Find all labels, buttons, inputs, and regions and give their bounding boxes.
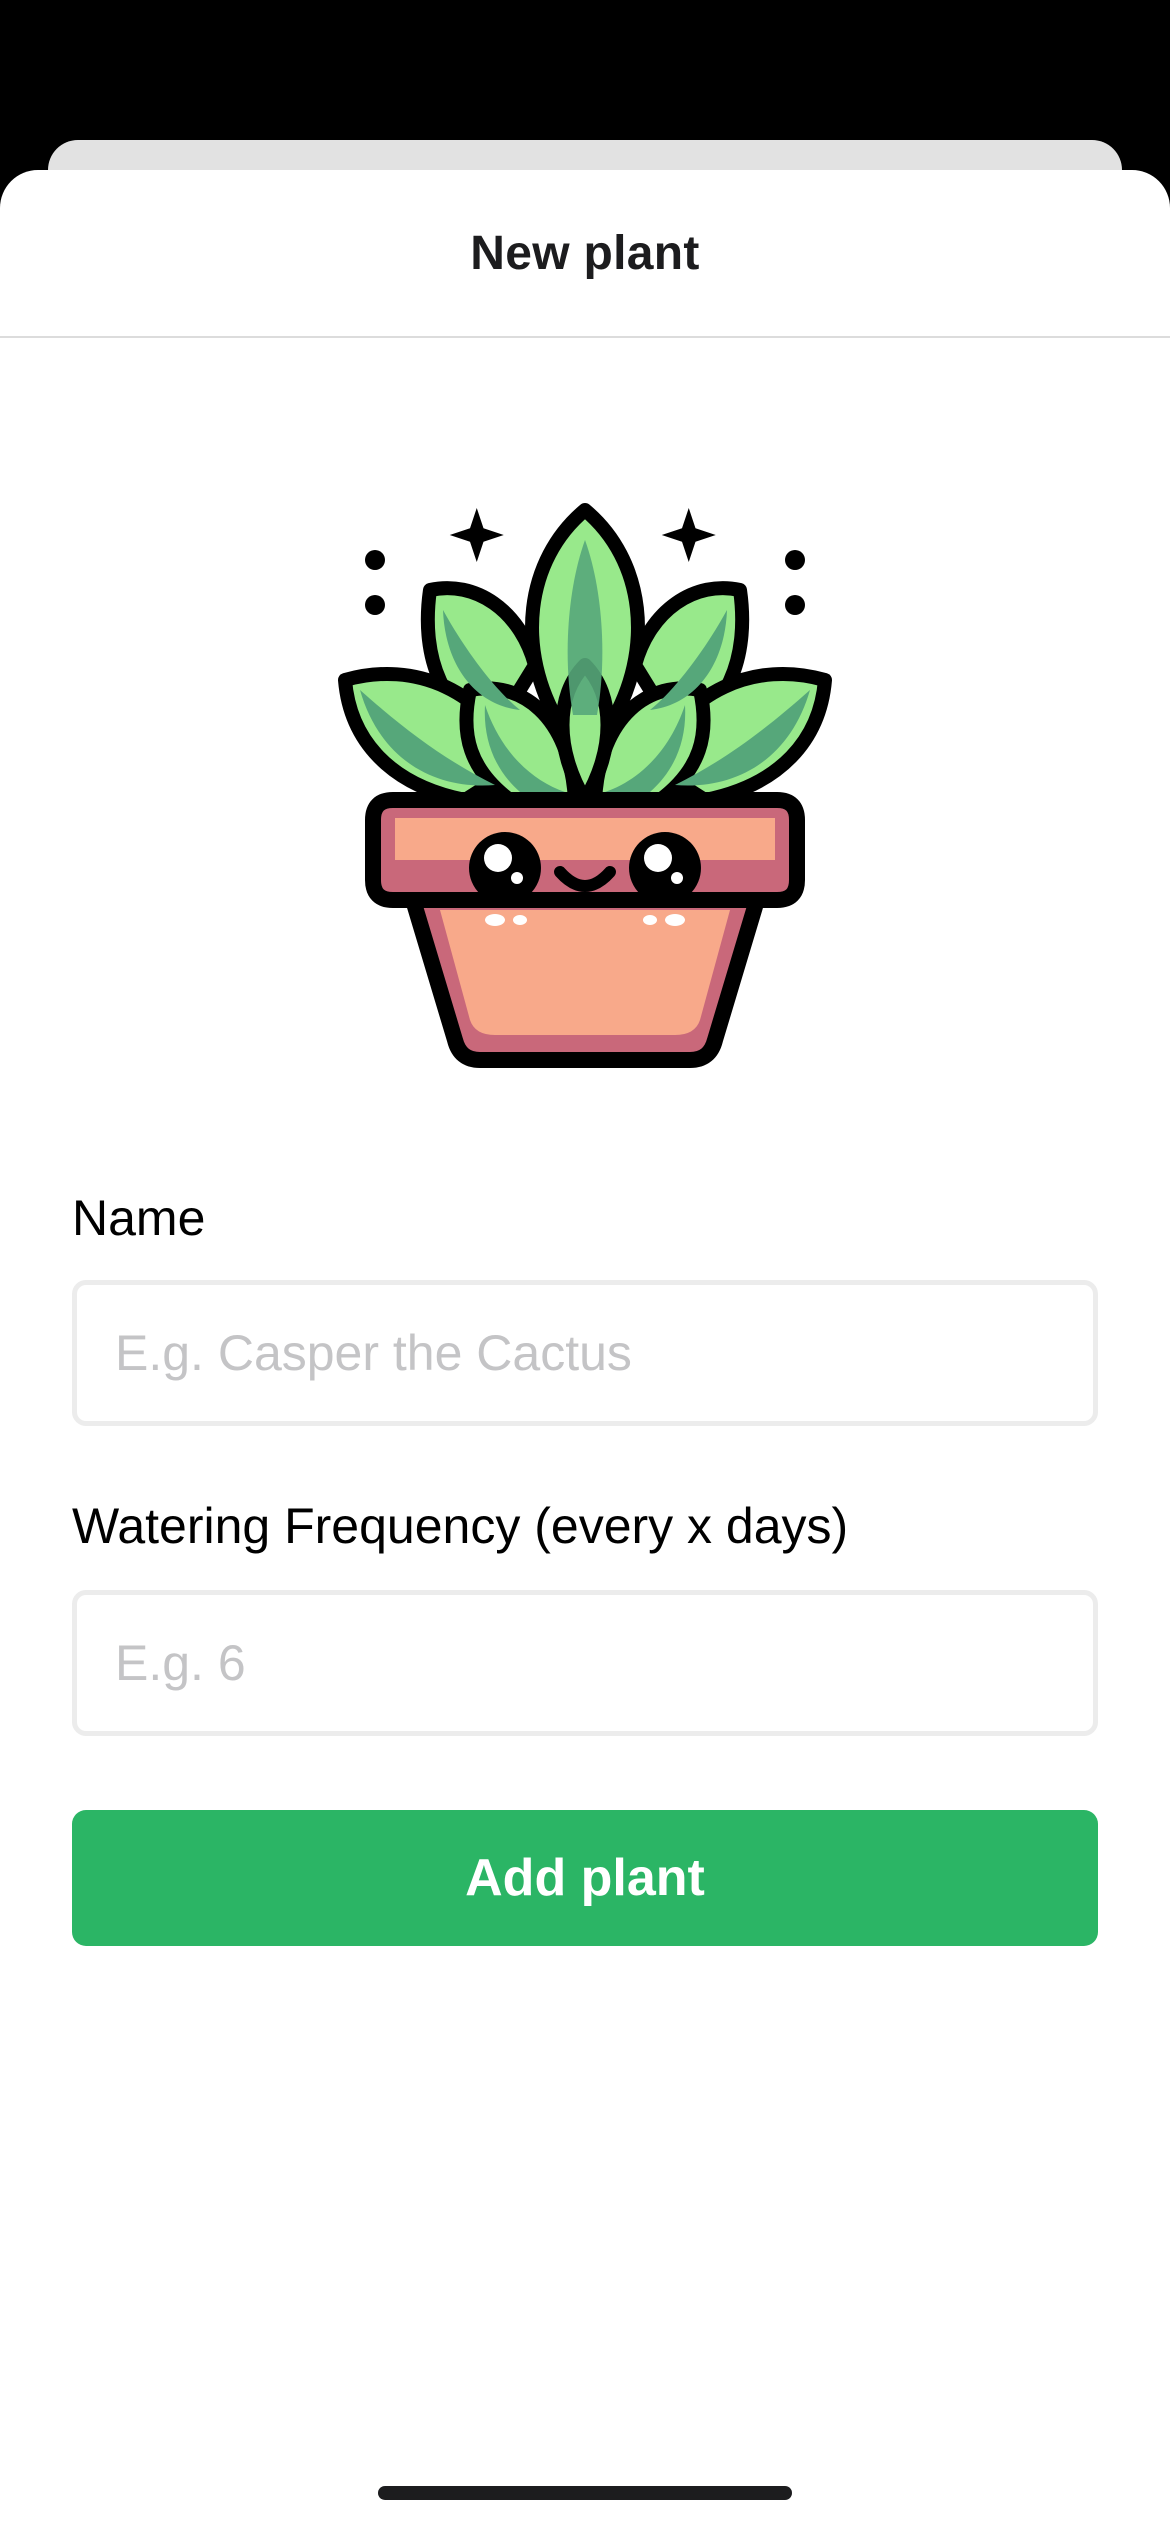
watering-frequency-label: Watering Frequency (every x days) [72, 1498, 849, 1554]
screen: New plant Name E.g. Casper the Cactus Wa… [0, 0, 1170, 2532]
watering-frequency-input[interactable] [72, 1590, 1098, 1736]
page-title: New plant [470, 226, 700, 280]
home-indicator[interactable] [378, 2486, 792, 2500]
name-label: Name [72, 1190, 206, 1246]
new-plant-sheet: New plant Name E.g. Casper the Cactus Wa… [0, 170, 1170, 2532]
potted-plant-illustration [335, 500, 835, 1080]
add-plant-button[interactable]: Add plant [72, 1810, 1098, 1946]
sheet-header: New plant [0, 170, 1170, 338]
name-input[interactable] [72, 1280, 1098, 1426]
